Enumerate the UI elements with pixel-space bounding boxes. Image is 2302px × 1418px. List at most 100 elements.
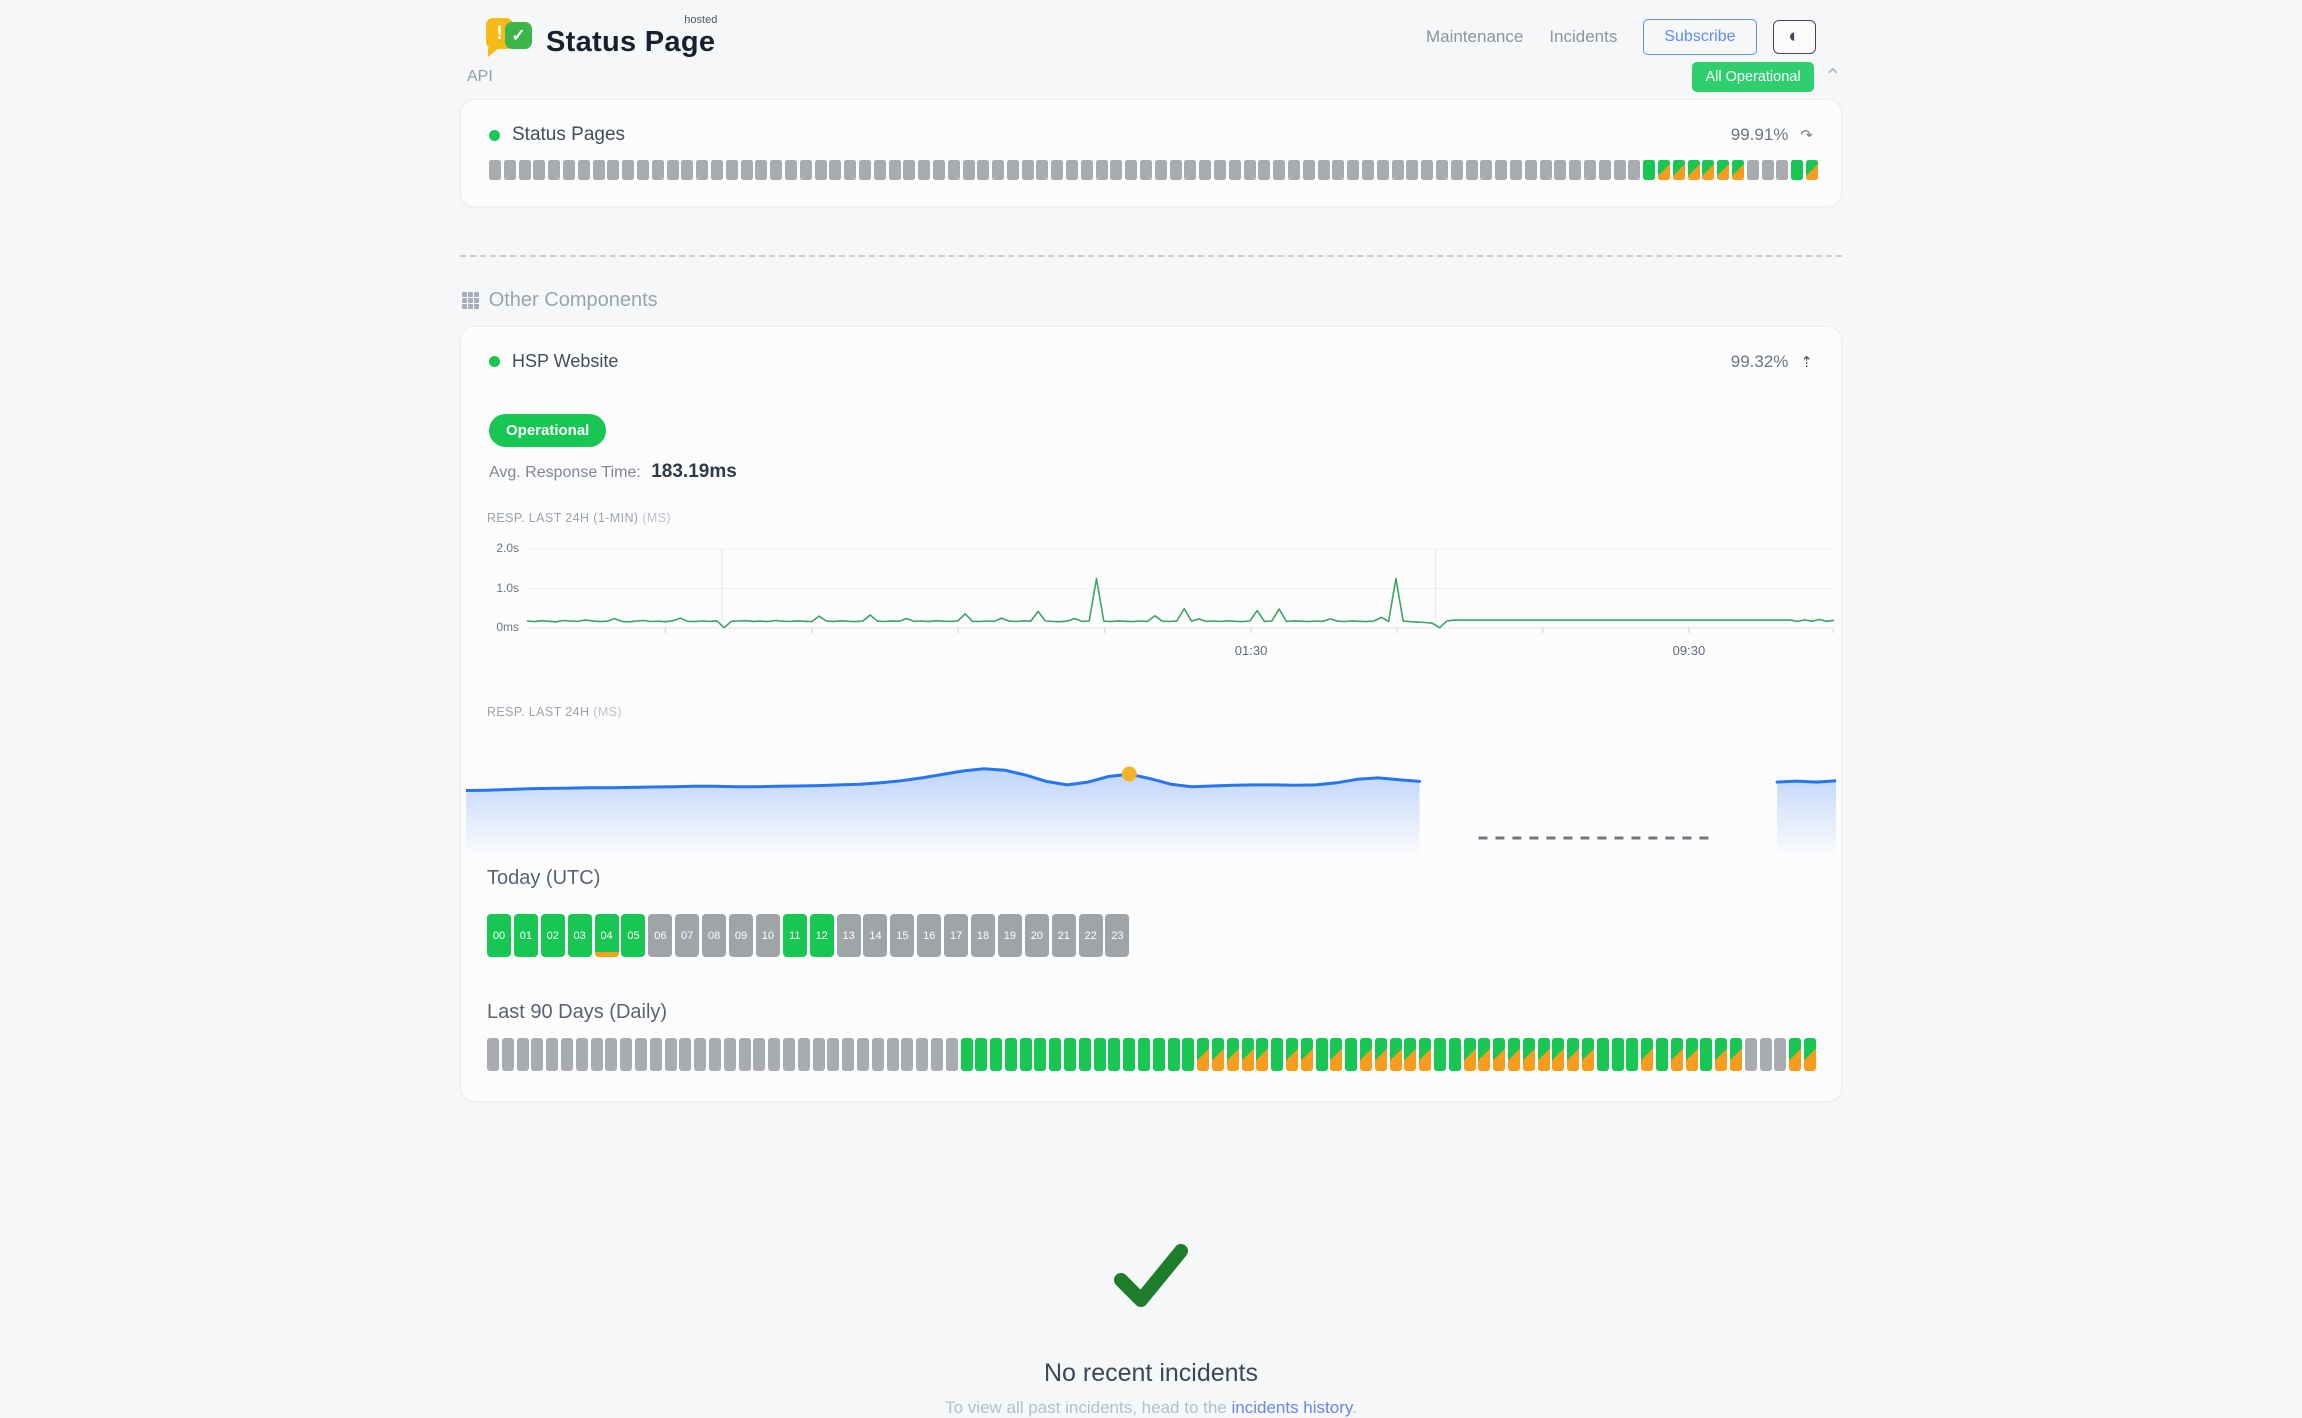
uptime-bar-none [1081,160,1093,180]
uptime-bar-none [1495,160,1507,180]
chart1-y-label: 2.0s [487,541,519,555]
uptime-bar-none [931,1038,943,1071]
uptime-bar-up [1700,1038,1712,1071]
nav-incidents[interactable]: Incidents [1549,27,1617,47]
uptime-bar-none [887,1038,899,1071]
brand-superscript: hosted [684,14,717,26]
uptime-bar-none [889,160,901,180]
uptime-bar-none [519,160,531,180]
refresh-icon[interactable]: ↷ [1800,126,1813,144]
dashed-divider [460,255,1842,257]
uptime-bar-none [768,1038,780,1071]
uptime-bar-none [504,160,516,180]
uptime-bar-mixed [1493,1038,1505,1071]
header-nav: Maintenance Incidents Subscribe ◐ [1426,19,1816,55]
uptime-bar-none [1406,160,1418,180]
uptime-bar-up [1449,1038,1461,1071]
uptime-bar-none [711,160,723,180]
uptime-bar-none [1110,160,1122,180]
uptime-bar-up [1791,160,1803,180]
uptime-bar-none [1362,160,1374,180]
uptime-bar-none [1214,160,1226,180]
uptime-bar-none [1229,160,1241,180]
uptime-bar-none [829,160,841,180]
uptime-bar-none [859,160,871,180]
uptime-bar-none [992,160,1004,180]
theme-toggle-button[interactable]: ◐ [1773,20,1816,54]
uptime-bar-mixed [1641,1038,1653,1071]
api-section-title: API [467,68,493,86]
uptime-bar-none [1584,160,1596,180]
last-90-days-title: Last 90 Days (Daily) [487,1001,1815,1024]
uptime-bar-none [665,1038,677,1071]
uptime-bar-none [1554,160,1566,180]
uptime-bar-none [1510,160,1522,180]
uptime-bar-mixed [1538,1038,1550,1071]
partial-outage-strip [595,952,619,957]
hour-cell-15: 15 [890,914,914,957]
uptime-bar-none [607,160,619,180]
avg-response-row: Avg. Response Time: 183.19ms [489,461,1815,483]
uptime-bar-none [783,1038,795,1071]
uptime-bar-none [815,160,827,180]
uptime-bar-none [694,1038,706,1071]
uptime-bar-mixed [1197,1038,1209,1071]
nav-maintenance[interactable]: Maintenance [1426,27,1523,47]
uptime-bar-none [1318,160,1330,180]
uptime-bar-none [548,160,560,180]
uptime-bar-none [903,160,915,180]
uptime-bar-none [1745,1038,1757,1071]
brand-icon: ! ✓ [486,15,536,59]
incidents-section: No recent incidents To view all past inc… [460,1238,1842,1418]
hour-cell-02: 02 [541,914,565,957]
hour-cell-19: 19 [998,914,1022,957]
uptime-bar-mixed [1673,160,1685,180]
uptime-bar-none [1760,1038,1772,1071]
uptime-bar-mixed [1478,1038,1490,1071]
uptime-bar-up [1034,1038,1046,1071]
uptime-bar-none [946,1038,958,1071]
chart1-title: RESP. LAST 24H (1-MIN) (MS) [487,511,1815,525]
uptime-bar-mixed [1806,160,1818,180]
uptime-bar-mixed [1360,1038,1372,1071]
uptime-bar-none [1377,160,1389,180]
uptime-bar-none [813,1038,825,1071]
uptime-bar-none [1288,160,1300,180]
uptime-bar-none [667,160,679,180]
chart2-svg [466,739,1836,859]
uptime-bar-none [963,160,975,180]
chart1-y-label: 0ms [487,620,519,634]
uptime-bar-none [1125,160,1137,180]
uptime-bar-up [1271,1038,1283,1071]
subscribe-button[interactable]: Subscribe [1643,19,1756,55]
uptime-bar-up [1656,1038,1668,1071]
hour-cell-04: 04 [595,914,619,957]
chevron-up-icon[interactable]: ⌃ [1824,70,1842,84]
page-container: ! ✓ hosted Status Page Maintenance Incid… [460,0,1842,1418]
uptime-bar-none [755,160,767,180]
uptime-bar-up [1079,1038,1091,1071]
uptime-bar-mixed [1730,1038,1742,1071]
uptime-bar-up [1612,1038,1624,1071]
uptime-bar-none [1480,160,1492,180]
uptime-bar-none [977,160,989,180]
incidents-history-link[interactable]: incidents history [1231,1398,1352,1417]
avg-response-value: 183.19ms [651,461,737,482]
hour-cell-01: 01 [514,914,538,957]
uptime-bar-none [918,160,930,180]
hour-cell-18: 18 [971,914,995,957]
uptime-bar-mixed [1301,1038,1313,1071]
uptime-bar-mixed [1256,1038,1268,1071]
component-name: Status Pages [512,124,625,146]
uptime-bar-mixed [1789,1038,1801,1071]
uptime-bar-up [1434,1038,1446,1071]
uptime-bar-mixed [1330,1038,1342,1071]
uptime-bar-none [531,1038,543,1071]
uptime-bar-mixed [1390,1038,1402,1071]
uptime-bar-up [1316,1038,1328,1071]
uptime-bar-none [1066,160,1078,180]
uptime-bar-none [1332,160,1344,180]
subtitle-prefix: To view all past incidents, head to the [945,1398,1231,1417]
other-components-header: Other Components [460,289,1842,312]
chart2-title-unit: (MS) [593,705,622,719]
